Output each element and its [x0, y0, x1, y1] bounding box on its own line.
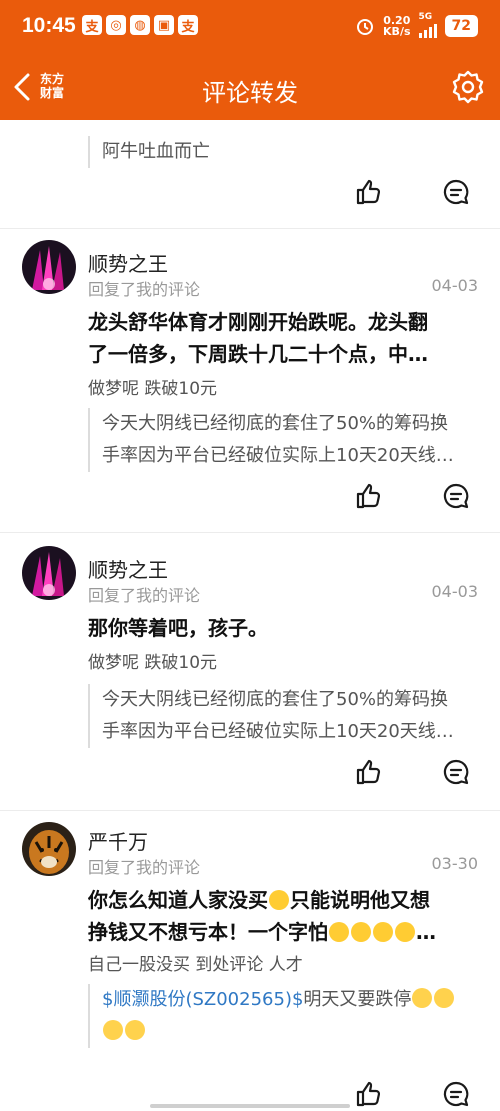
- status-time: 10:45: [22, 14, 76, 37]
- shy-emoji-icon: [329, 922, 349, 942]
- comment-icon[interactable]: [442, 178, 470, 206]
- gear-icon[interactable]: [450, 69, 486, 105]
- quoted-comment[interactable]: $顺灏股份(SZ002565)$明天又要跌停: [88, 984, 492, 1048]
- grin-emoji-icon: [269, 890, 289, 910]
- wechat-icon: ◍: [130, 15, 150, 35]
- post-actions: [354, 758, 470, 786]
- crying-emoji-icon: [103, 1020, 123, 1040]
- signal-icon: [418, 22, 437, 38]
- alarm-icon: [357, 18, 374, 35]
- post-date: 03-30: [431, 854, 479, 873]
- thumbs-up-icon[interactable]: [354, 178, 382, 206]
- avatar[interactable]: [22, 240, 76, 294]
- quoted-text: 阿牛吐血而亡: [102, 141, 210, 162]
- network-type: 5G: [418, 12, 433, 22]
- post-date: 04-03: [431, 582, 479, 601]
- comment-content[interactable]: 你怎么知道人家没买 只能说明他又想 挣钱又不想亏本！一个字怕…: [88, 884, 473, 948]
- reply-label: 回复了我的评论: [88, 586, 201, 605]
- app-icon: ▣: [154, 15, 174, 35]
- comment-card[interactable]: 严千万 回复了我的评论 03-30 你怎么知道人家没买 只能说明他又想 挣钱又不想…: [0, 810, 500, 1110]
- quoted-comment[interactable]: 今天大阴线已经彻底的套住了50%的筹码换 手率因为平台已经破位实际上10天20天…: [88, 684, 492, 748]
- thumbs-up-icon[interactable]: [354, 482, 382, 510]
- comment-content[interactable]: 龙头舒华体育才刚刚开始跌呢。龙头翻 了一倍多，下周跌十几二十个点，中…: [88, 306, 473, 370]
- comment-content[interactable]: 那你等着吧，孩子。: [88, 612, 473, 644]
- post-actions: [354, 178, 470, 206]
- crying-emoji-icon: [125, 1020, 145, 1040]
- original-comment[interactable]: 做梦呢 跌破10元: [88, 374, 217, 399]
- app-icon: ◎: [106, 15, 126, 35]
- quoted-comment[interactable]: 阿牛吐血而亡: [88, 136, 492, 168]
- thumbs-up-icon[interactable]: [354, 758, 382, 786]
- avatar[interactable]: [22, 546, 76, 600]
- crying-emoji-icon: [434, 988, 455, 1008]
- shy-emoji-icon: [373, 922, 393, 942]
- stock-link[interactable]: $顺灏股份(SZ002565)$: [102, 989, 303, 1010]
- notification-icons: 支 ◎ ◍ ▣ 支: [82, 15, 198, 35]
- comment-icon[interactable]: [442, 482, 470, 510]
- quoted-comment[interactable]: 今天大阴线已经彻底的套住了50%的筹码换 手率因为平台已经破位实际上10天20天…: [88, 408, 492, 472]
- comment-card[interactable]: 顺势之王 回复了我的评论 04-03 龙头舒华体育才刚刚开始跌呢。龙头翻 了一倍…: [0, 228, 500, 534]
- comment-icon[interactable]: [442, 758, 470, 786]
- battery-icon: 72: [444, 14, 478, 37]
- reply-label: 回复了我的评论: [88, 280, 201, 299]
- post-actions: [354, 482, 470, 510]
- title-bar: 东方 财富 评论转发: [0, 55, 500, 120]
- page-title: 评论转发: [202, 79, 298, 107]
- shy-emoji-icon: [351, 922, 371, 942]
- username[interactable]: 严千万: [88, 826, 148, 855]
- status-right: 0.20 KB/s 5G 72: [355, 13, 478, 38]
- status-bar: 10:45 支 ◎ ◍ ▣ 支 0.20 KB/s 5G 72: [0, 0, 500, 55]
- alipay-icon: 支: [82, 15, 102, 35]
- original-comment[interactable]: 做梦呢 跌破10元: [88, 648, 217, 673]
- comment-icon[interactable]: [442, 1080, 470, 1108]
- network-speed: 0.20 KB/s: [383, 13, 411, 38]
- alipay-icon: 支: [178, 15, 198, 35]
- thumbs-up-icon[interactable]: [354, 1080, 382, 1108]
- original-comment[interactable]: 自己一股没买 到处评论 人才: [88, 950, 303, 975]
- username[interactable]: 顺势之王: [88, 248, 168, 277]
- post-actions: [354, 1080, 470, 1108]
- crying-emoji-icon: [412, 988, 433, 1008]
- post-date: 04-03: [431, 276, 479, 295]
- username[interactable]: 顺势之王: [88, 554, 168, 583]
- shy-emoji-icon: [395, 922, 415, 942]
- avatar[interactable]: [22, 822, 76, 876]
- reply-label: 回复了我的评论: [88, 858, 201, 877]
- comment-card[interactable]: 顺势之王 回复了我的评论 04-03 那你等着吧，孩子。 做梦呢 跌破10元 今…: [0, 532, 500, 810]
- signal-indicator: 5G: [418, 12, 437, 38]
- home-indicator[interactable]: [150, 1104, 350, 1108]
